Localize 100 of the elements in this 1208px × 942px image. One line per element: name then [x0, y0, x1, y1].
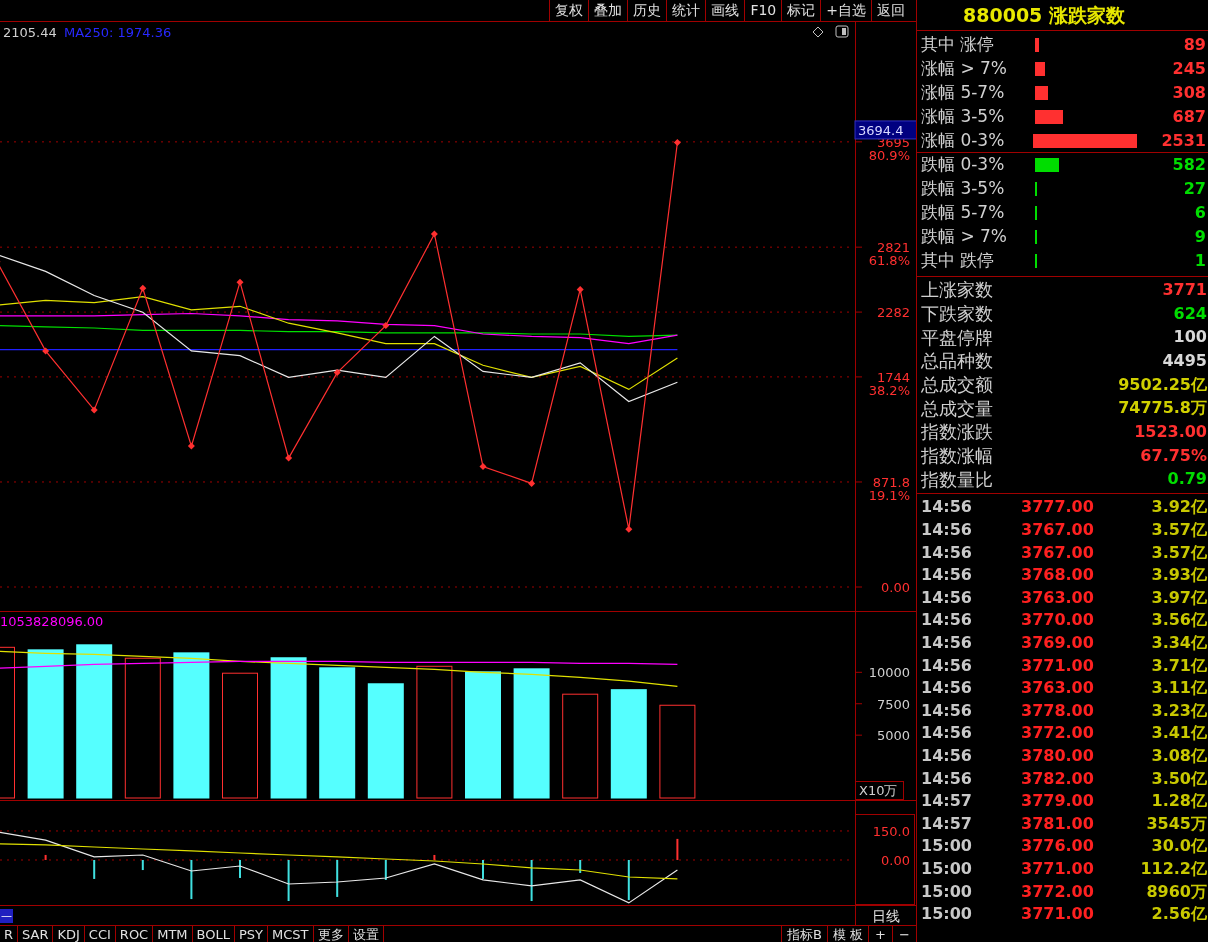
tick-price: 3777.00	[1021, 496, 1095, 519]
stat-label: 指数量比	[921, 467, 993, 492]
tick-price: 3780.00	[1021, 745, 1095, 767]
data-point-marker	[576, 285, 584, 293]
indicator-tab[interactable]: CCI	[84, 926, 116, 942]
tick-price: 3763.00	[1021, 677, 1095, 700]
bottom-button[interactable]: 指标B	[780, 926, 827, 942]
range-label: 跌幅 3-5%	[921, 177, 1006, 201]
toolbar-button[interactable]: 历史	[627, 0, 667, 21]
histogram-bar	[627, 860, 630, 901]
tick-time: 14:56	[921, 699, 973, 722]
axis-label: 150.0	[872, 823, 910, 839]
panel-toggle-icon[interactable]	[835, 25, 849, 38]
tick-time: 14:57	[921, 790, 973, 813]
axis-label: 871.8 19.1%	[868, 475, 910, 503]
histogram-bar	[579, 860, 582, 873]
count-bar	[1035, 86, 1048, 100]
stat-value: 0.79	[1167, 468, 1207, 491]
unit-label: X10万	[855, 781, 904, 800]
stat-label: 总成交量	[921, 396, 993, 421]
toolbar-button[interactable]: F10	[744, 0, 782, 21]
tick-time: 15:00	[921, 858, 973, 880]
data-point-marker	[528, 479, 536, 487]
tick-amount: 112.2亿	[1140, 858, 1207, 880]
axis-label: 2282	[876, 305, 910, 321]
tick-amount: 3.11亿	[1151, 677, 1207, 700]
tick-time: 14:56	[921, 722, 973, 745]
bottom-button[interactable]: +	[868, 926, 892, 942]
range-label: 涨幅 3-5%	[921, 105, 1006, 129]
indicator-tab[interactable]: MTM	[153, 926, 193, 942]
toolbar-button[interactable]: 复权	[549, 0, 589, 21]
indicator-tab[interactable]: KDJ	[53, 926, 85, 942]
tick-time: 14:56	[921, 654, 973, 677]
range-label: 其中 涨停	[921, 33, 996, 57]
tick-time: 14:57	[921, 812, 973, 835]
indicator-tab[interactable]: PSY	[235, 926, 269, 942]
tick-price: 3772.00	[1021, 880, 1095, 903]
ma-legend: MA250: 1974.36	[64, 25, 172, 40]
count-value: 27	[1182, 178, 1206, 200]
histogram-bar	[384, 860, 387, 880]
axis-label: 0.00	[881, 580, 910, 595]
indicator-tab[interactable]: ROC	[115, 926, 154, 942]
toolbar-button[interactable]: 标记	[781, 0, 821, 21]
panel-title: 880005 涨跌家数	[963, 2, 1125, 28]
tick-price: 3767.00	[1021, 541, 1095, 564]
data-point-marker	[285, 454, 293, 462]
stat-label: 指数涨幅	[921, 444, 993, 469]
toolbar-button[interactable]: 返回	[871, 0, 910, 21]
toolbar-button[interactable]: 统计	[666, 0, 706, 21]
axis-label: 1744 38.2%	[868, 369, 910, 398]
stat-value: 67.75%	[1140, 444, 1207, 467]
stat-value: 100	[1173, 326, 1207, 349]
toolbar-button[interactable]: 叠加	[588, 0, 628, 21]
tick-time: 14:56	[921, 767, 973, 790]
tick-price: 3779.00	[1021, 790, 1095, 813]
tick-amount: 3.34亿	[1151, 632, 1207, 655]
indicator-tab[interactable]: 更多	[313, 926, 349, 942]
count-value: 2531	[1161, 129, 1206, 152]
histogram-bar	[190, 860, 193, 900]
tick-time: 14:56	[921, 677, 973, 700]
count-value: 687	[1171, 106, 1206, 128]
range-label: 涨幅 5-7%	[921, 81, 1006, 105]
bottom-button[interactable]: 模 板	[826, 926, 868, 942]
tick-amount: 3.92亿	[1151, 496, 1207, 519]
tick-time: 14:56	[921, 609, 973, 632]
data-point-marker	[673, 138, 681, 146]
tick-time: 14:56	[921, 541, 973, 564]
histogram-bar	[44, 854, 47, 860]
tick-time: 15:00	[921, 903, 973, 926]
data-point-marker	[236, 278, 244, 286]
indicator-tab[interactable]: MCST	[268, 926, 314, 942]
collapse-button[interactable]: —	[0, 908, 13, 923]
range-label: 其中 跌停	[921, 249, 996, 273]
tick-price: 3772.00	[1021, 722, 1095, 745]
count-value: 89	[1182, 34, 1206, 56]
tick-time: 15:00	[921, 835, 973, 858]
toolbar-button[interactable]: 画线	[705, 0, 745, 21]
histogram-bar	[141, 860, 144, 871]
data-point-marker	[42, 347, 50, 355]
count-bar	[1035, 110, 1064, 124]
tick-price: 3767.00	[1021, 519, 1095, 542]
indicator-tab[interactable]: SAR	[18, 926, 54, 942]
indicator-tab[interactable]: BOLL	[192, 926, 235, 942]
count-value: 308	[1171, 82, 1206, 104]
tick-amount: 3.50亿	[1151, 767, 1207, 790]
indicator-tab[interactable]: R	[0, 926, 19, 942]
axis-label: 10000	[868, 665, 910, 681]
count-value: 245	[1171, 58, 1206, 80]
count-value: 1	[1193, 250, 1206, 272]
axis-label: 0.00	[881, 853, 910, 868]
stat-value: 4495	[1162, 349, 1207, 372]
tick-price: 3781.00	[1021, 812, 1095, 835]
diamond-icon[interactable]	[812, 26, 824, 38]
toolbar-button[interactable]: +自选	[820, 0, 871, 21]
data-point-marker	[625, 525, 633, 533]
data-point-marker	[382, 322, 390, 330]
range-label: 涨幅 0-3%	[921, 128, 1006, 152]
indicator-tab[interactable]: 设置	[348, 926, 384, 942]
histogram-bar	[530, 860, 533, 901]
count-bar	[1035, 62, 1046, 76]
